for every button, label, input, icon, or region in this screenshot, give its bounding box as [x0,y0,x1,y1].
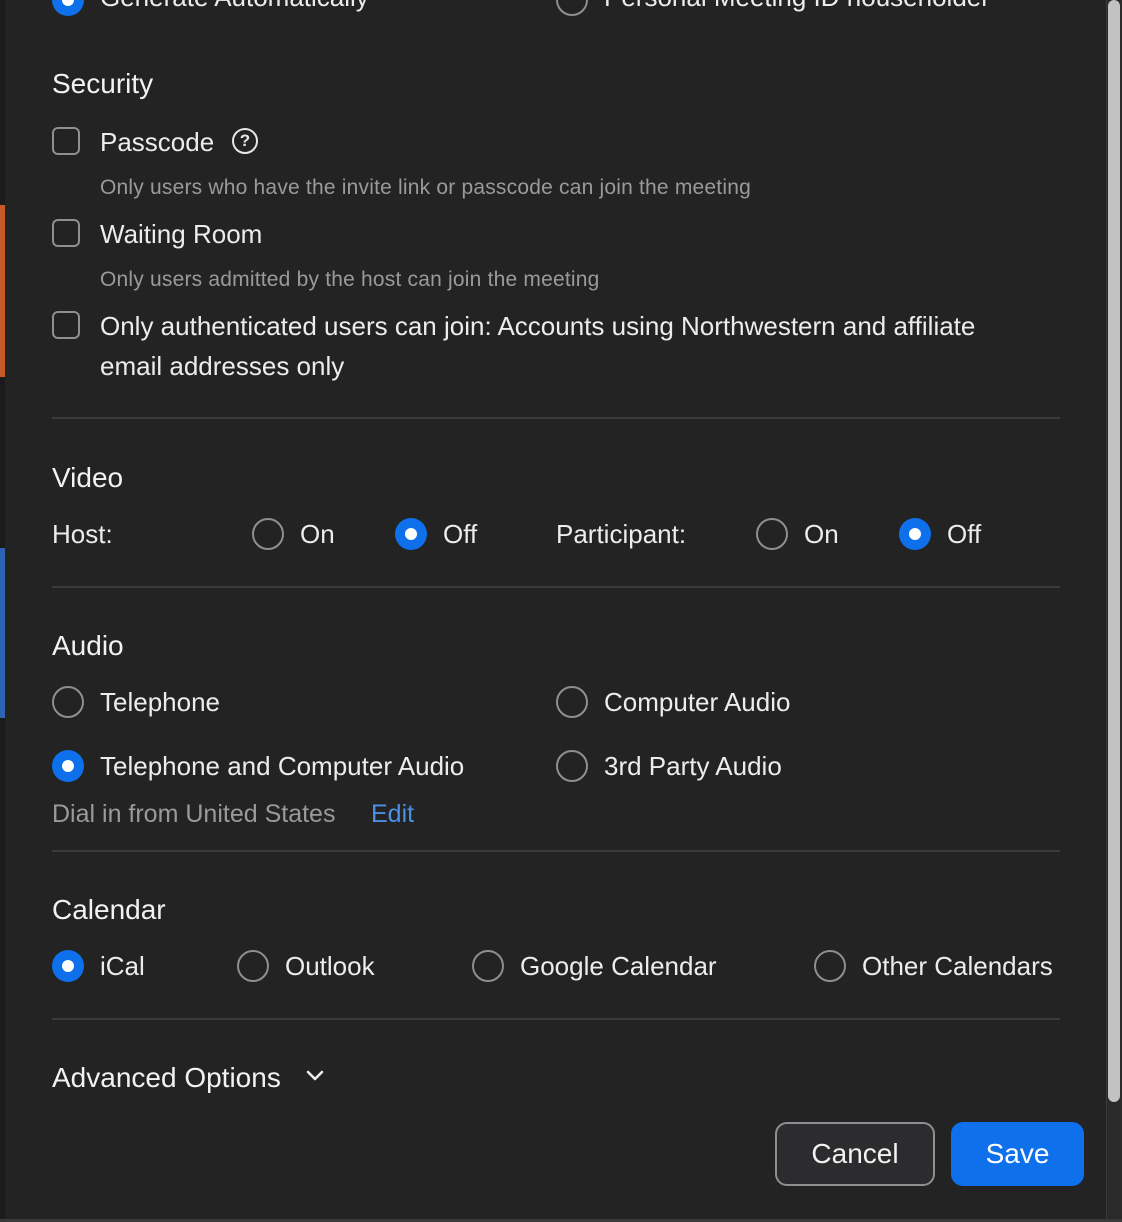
divider [52,417,1060,419]
divider [52,586,1060,588]
divider [52,850,1060,852]
passcode-description: Only users who have the invite link or p… [100,176,751,199]
scrollbar-thumb[interactable] [1108,0,1120,1102]
dial-in-text: Dial in from United States [52,800,336,828]
outlook-label[interactable]: Outlook [285,951,375,982]
authenticated-users-checkbox[interactable] [52,311,80,339]
ical-label[interactable]: iCal [100,951,145,982]
background-window-accent-blue [0,548,5,718]
divider [52,1018,1060,1020]
audio-section-title: Audio [52,630,124,661]
google-calendar-label[interactable]: Google Calendar [520,951,717,982]
telephone-and-computer-audio-radio[interactable] [52,750,84,782]
generate-automatically-label: Generate Automatically [100,0,369,13]
google-calendar-radio[interactable] [472,950,504,982]
participant-video-on-label[interactable]: On [804,519,839,550]
participant-video-off-label[interactable]: Off [947,519,981,550]
host-label: Host: [52,519,113,549]
calendar-section-title: Calendar [52,894,166,925]
passcode-checkbox[interactable] [52,127,80,155]
personal-meeting-id-label: Personal Meeting ID householder [604,0,990,13]
background-window-accent-orange [0,205,5,377]
host-video-off-radio[interactable] [395,518,427,550]
security-section-title: Security [52,68,154,99]
participant-video-off-radio[interactable] [899,518,931,550]
participant-video-on-radio[interactable] [756,518,788,550]
waiting-room-description: Only users admitted by the host can join… [100,268,600,291]
help-icon[interactable]: ? [232,128,258,154]
ical-radio[interactable] [52,950,84,982]
save-button[interactable]: Save [951,1122,1084,1186]
telephone-radio[interactable] [52,686,84,718]
host-video-on-radio[interactable] [252,518,284,550]
telephone-label[interactable]: Telephone [100,687,220,718]
edit-dial-in-link[interactable]: Edit [371,800,414,829]
waiting-room-label[interactable]: Waiting Room [100,219,262,250]
passcode-label[interactable]: Passcode [100,127,214,158]
participant-label: Participant: [556,519,687,549]
personal-meeting-id-radio[interactable] [556,0,588,16]
cancel-button[interactable]: Cancel [775,1122,935,1186]
computer-audio-radio[interactable] [556,686,588,718]
host-video-off-label[interactable]: Off [443,519,477,550]
computer-audio-label[interactable]: Computer Audio [604,687,790,718]
waiting-room-checkbox[interactable] [52,219,80,247]
telephone-and-computer-audio-label[interactable]: Telephone and Computer Audio [100,751,464,782]
advanced-options-toggle[interactable]: Advanced Options [52,1062,281,1094]
generate-automatically-radio[interactable] [52,0,84,16]
chevron-down-icon[interactable] [304,1066,326,1086]
authenticated-users-label-line2[interactable]: email addresses only [100,351,344,382]
host-video-on-label[interactable]: On [300,519,335,550]
outlook-radio[interactable] [237,950,269,982]
third-party-audio-radio[interactable] [556,750,588,782]
third-party-audio-label[interactable]: 3rd Party Audio [604,751,782,782]
video-section-title: Video [52,462,124,493]
other-calendars-label[interactable]: Other Calendars [862,951,1053,982]
other-calendars-radio[interactable] [814,950,846,982]
authenticated-users-label-line1[interactable]: Only authenticated users can join: Accou… [100,311,975,342]
